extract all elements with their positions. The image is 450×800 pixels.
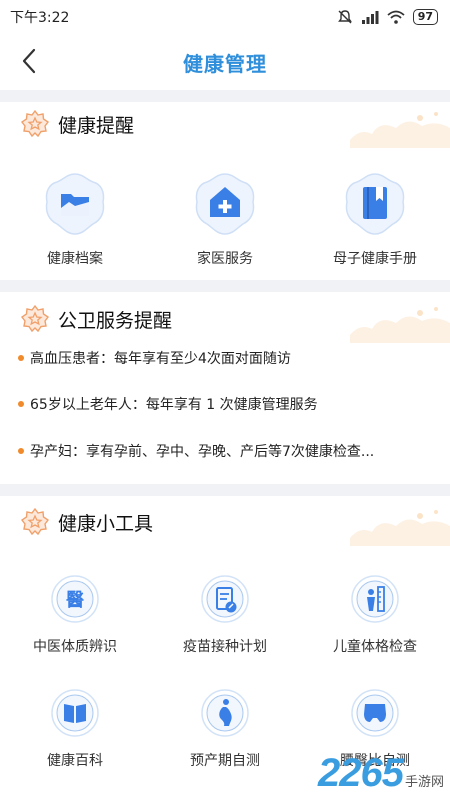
cloud-decoration-icon	[350, 510, 450, 546]
book-icon	[51, 689, 99, 737]
health-reminder-icons: 健康档案 家医服务 母子健康手册	[0, 172, 450, 268]
section-divider	[0, 280, 450, 292]
battery-icon: 97	[412, 9, 438, 25]
reminder-text: 孕产妇：享有孕前、孕中、孕晚、产后等7次健康检查...	[30, 444, 375, 460]
section-divider	[0, 484, 450, 496]
section-title: 健康提醒	[58, 114, 135, 137]
section-title: 健康小工具	[58, 512, 154, 535]
status-time: 下午3:22	[10, 10, 70, 26]
vaccine-plan-icon	[201, 575, 249, 623]
tcm-icon: 醫	[51, 575, 99, 623]
bullet-dot	[18, 448, 24, 454]
svg-text:醫: 醫	[66, 590, 84, 611]
watermark-number: 2265	[318, 751, 404, 795]
health-tools-row-1: 醫 中医体质辨识 疫苗接种计划 儿童体格检查	[0, 574, 450, 656]
section-title: 公卫服务提醒	[58, 309, 173, 332]
watermark-text: 手游网	[404, 775, 444, 790]
reminder-text: 高血压患者：每年享有至少4次面对面随访	[30, 351, 291, 367]
family-doctor-button[interactable]: 家医服务	[150, 172, 300, 268]
child-physical-exam-button[interactable]: 儿童体格检查	[300, 574, 450, 656]
folder-icon	[45, 173, 105, 235]
bullet-dot	[18, 401, 24, 407]
house-plus-icon	[195, 173, 255, 235]
section-header-health-tools: 健康小工具	[0, 500, 450, 546]
reminder-item[interactable]: 高血压患者：每年享有至少4次面对面随访	[18, 348, 438, 368]
icon-label: 疫苗接种计划	[183, 639, 267, 655]
badge-icon	[20, 507, 50, 537]
site-watermark: 2265 手游网	[318, 751, 444, 796]
cloud-decoration-icon	[350, 307, 450, 343]
reminder-text: 65岁以上老年人：每年享有 1 次健康管理服务	[30, 397, 318, 413]
chevron-left-icon	[22, 48, 36, 74]
health-encyclopedia-button[interactable]: 健康百科	[0, 688, 150, 770]
badge-icon	[20, 304, 50, 334]
back-button[interactable]	[14, 46, 44, 76]
icon-label: 母子健康手册	[333, 251, 417, 267]
icon-label: 中医体质辨识	[33, 639, 117, 655]
status-bar: 下午3:22 97	[0, 0, 450, 34]
vaccine-plan-button[interactable]: 疫苗接种计划	[150, 574, 300, 656]
section-header-health-reminders: 健康提醒	[0, 102, 450, 148]
signal-icon	[361, 11, 379, 24]
cloud-decoration-icon	[350, 112, 450, 148]
section-divider	[0, 90, 450, 102]
wifi-icon	[387, 10, 405, 24]
status-icons: 97	[337, 9, 438, 25]
icon-label: 健康百科	[47, 753, 103, 769]
bullet-dot	[18, 355, 24, 361]
nav-bar: 健康管理	[0, 34, 450, 90]
badge-icon	[20, 109, 50, 139]
handbook-icon	[345, 173, 405, 235]
icon-label: 家医服务	[197, 251, 253, 267]
icon-label: 儿童体格检查	[333, 639, 417, 655]
waist-hip-icon	[351, 689, 399, 737]
reminder-item[interactable]: 65岁以上老年人：每年享有 1 次健康管理服务	[18, 394, 438, 414]
pregnancy-icon	[201, 689, 249, 737]
reminder-item[interactable]: 孕产妇：享有孕前、孕中、孕晚、产后等7次健康检查...	[18, 441, 438, 461]
icon-label: 预产期自测	[190, 753, 260, 769]
maternal-handbook-button[interactable]: 母子健康手册	[300, 172, 450, 268]
child-growth-icon	[351, 575, 399, 623]
icon-label: 健康档案	[47, 251, 103, 267]
mute-icon	[337, 10, 352, 24]
health-record-button[interactable]: 健康档案	[0, 172, 150, 268]
due-date-test-button[interactable]: 预产期自测	[150, 688, 300, 770]
tcm-constitution-button[interactable]: 醫 中医体质辨识	[0, 574, 150, 656]
page-title: 健康管理	[183, 51, 267, 76]
section-header-public-health: 公卫服务提醒	[0, 297, 450, 343]
